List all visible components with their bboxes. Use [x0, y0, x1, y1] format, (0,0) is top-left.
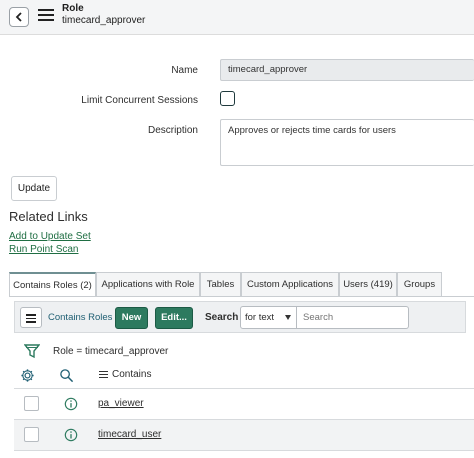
- description-label: Description: [147, 125, 198, 136]
- name-field[interactable]: timecard_approver: [220, 59, 474, 81]
- tabs-divider: [9, 296, 474, 297]
- filter-breadcrumb[interactable]: Role = timecard_approver: [53, 346, 168, 357]
- table-row: pa_viewer: [14, 388, 474, 419]
- list-header-row: Contains: [14, 364, 474, 388]
- related-links-title: Related Links: [9, 209, 88, 224]
- search-label: Search: [205, 312, 239, 323]
- search-type-value: for text: [245, 312, 275, 323]
- row-link-contains[interactable]: timecard_user: [98, 429, 161, 440]
- gear-icon[interactable]: [20, 368, 35, 383]
- column-menu-icon[interactable]: [99, 369, 108, 380]
- row-link-contains[interactable]: pa_viewer: [98, 398, 144, 409]
- edit-button[interactable]: Edit...: [155, 307, 193, 329]
- limit-sessions-checkbox[interactable]: [220, 91, 235, 106]
- menu-icon[interactable]: [38, 9, 54, 23]
- limit-sessions-label: Limit Concurrent Sessions: [81, 95, 198, 106]
- search-input[interactable]: [297, 306, 409, 329]
- name-label: Name: [171, 65, 198, 76]
- caret-down-icon: [285, 315, 291, 320]
- column-header-label: Contains: [112, 369, 152, 380]
- list-toolbar: Contains Roles New Edit... Search for te…: [14, 301, 466, 333]
- list-menu-button[interactable]: [20, 307, 42, 328]
- row-checkbox[interactable]: [24, 396, 39, 411]
- table-row: timecard_user: [14, 419, 474, 451]
- header-title: Role: [62, 3, 84, 14]
- description-field[interactable]: Approves or rejects time cards for users: [220, 119, 474, 166]
- list-title[interactable]: Contains Roles: [48, 312, 112, 323]
- run-point-scan-link[interactable]: Run Point Scan: [9, 244, 79, 255]
- add-to-update-set-link[interactable]: Add to Update Set: [9, 231, 91, 242]
- chevron-left-icon: [15, 12, 22, 22]
- update-button[interactable]: Update: [11, 176, 57, 201]
- form-header: Role timecard_approver: [0, 0, 474, 35]
- header-subtitle: timecard_approver: [62, 15, 146, 26]
- tab-custom-applications[interactable]: Custom Applications: [241, 272, 339, 296]
- search-type-select[interactable]: for text: [240, 306, 297, 329]
- new-button[interactable]: New: [115, 307, 148, 329]
- search-icon[interactable]: [59, 368, 74, 383]
- tab-users[interactable]: Users (419): [339, 272, 397, 296]
- tab-contains-roles[interactable]: Contains Roles (2): [9, 272, 96, 297]
- column-header-contains[interactable]: Contains: [99, 369, 151, 380]
- filter-icon[interactable]: [24, 343, 40, 359]
- tab-tables[interactable]: Tables: [200, 272, 241, 296]
- back-button[interactable]: [9, 7, 29, 27]
- info-icon[interactable]: [64, 428, 78, 442]
- tab-groups[interactable]: Groups: [397, 272, 442, 296]
- tab-applications-with-role[interactable]: Applications with Role: [96, 272, 200, 296]
- row-checkbox[interactable]: [24, 427, 39, 442]
- info-icon[interactable]: [64, 397, 78, 411]
